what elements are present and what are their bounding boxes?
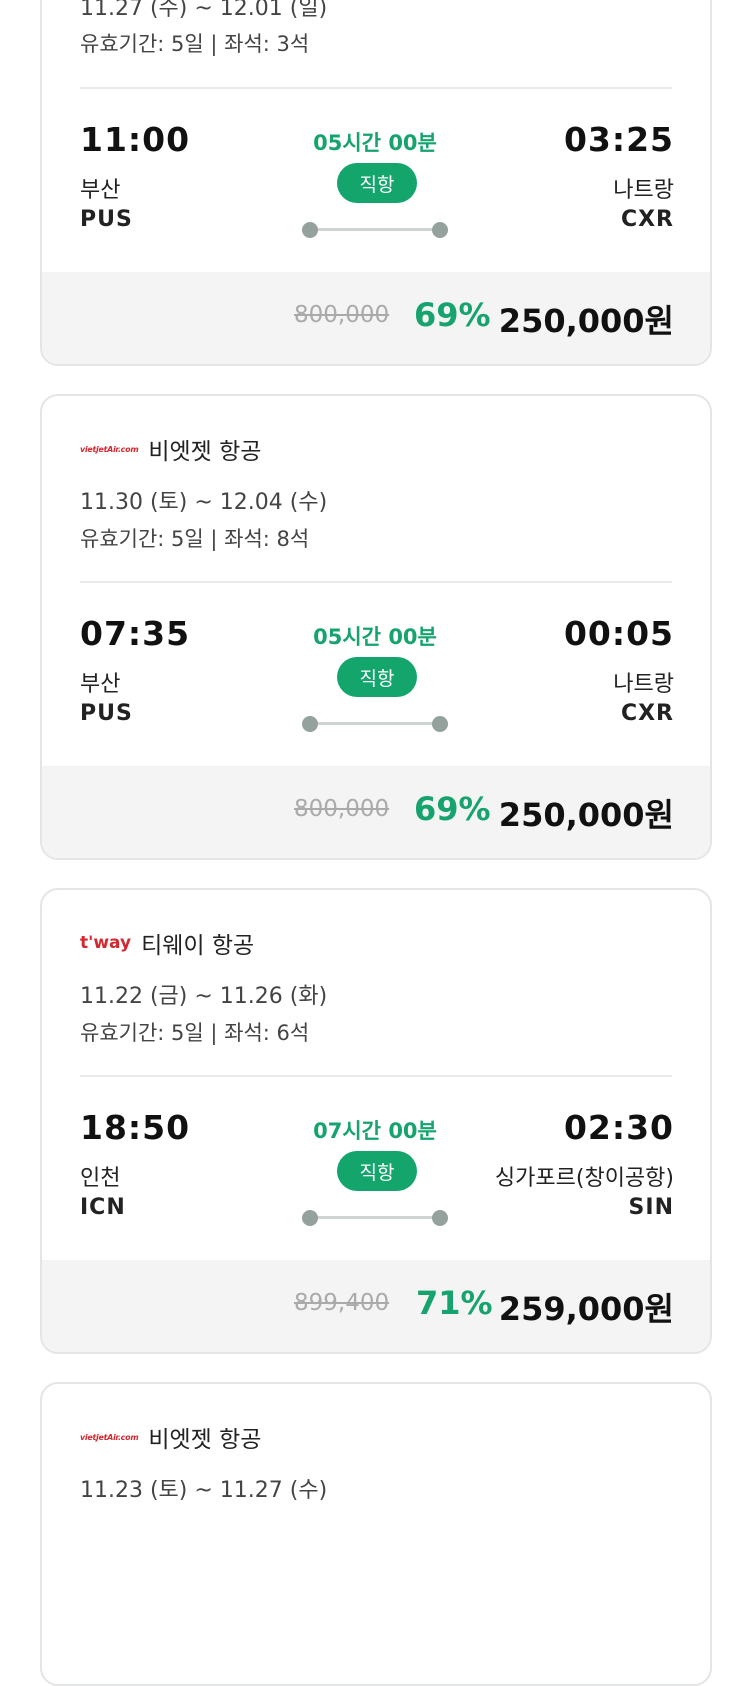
vietjet-logo: vietjetAir.com xyxy=(80,1432,139,1442)
departure-code: PUS xyxy=(80,701,133,726)
divider xyxy=(80,87,672,89)
airline-name: 비엣젯 항공 xyxy=(148,439,262,465)
flight-card[interactable]: vietjetAir.com 비엣젯 항공 11.30 (토) ~ 12.04 … xyxy=(40,394,712,860)
arrival-city: 나트랑 xyxy=(613,178,674,203)
discount-rate: 71% xyxy=(416,1284,493,1322)
flight-card[interactable]: 11.27 (수) ~ 12.01 (일) 유효기간: 5일 | 좌석: 3석 … xyxy=(40,0,712,366)
direct-flight-badge: 직항 xyxy=(337,163,417,203)
original-price: 899,400 xyxy=(294,1290,390,1316)
discount-rate: 69% xyxy=(414,790,491,828)
price-bar: 899,400 71% 259,000원 xyxy=(42,1260,710,1352)
airline-name: 티웨이 항공 xyxy=(141,933,255,959)
airline-row: t'way 티웨이 항공 xyxy=(80,928,255,959)
divider xyxy=(80,1075,672,1077)
arrival-city: 싱가포르(창이공항) xyxy=(494,1166,674,1191)
direct-flight-badge: 직항 xyxy=(337,657,417,697)
route-line xyxy=(310,228,442,231)
flight-duration: 05시간 00분 xyxy=(313,625,437,649)
departure-city: 인천 xyxy=(80,1166,121,1191)
destination-dot xyxy=(432,1210,448,1226)
sale-price: 250,000원 xyxy=(498,302,674,340)
origin-dot xyxy=(302,716,318,732)
arrival-time: 03:25 xyxy=(563,120,674,159)
destination-dot xyxy=(432,222,448,238)
arrival-time: 00:05 xyxy=(563,614,674,653)
price-bar: 800,000 69% 250,000원 xyxy=(42,272,710,364)
travel-dates: 11.30 (토) ~ 12.04 (수) xyxy=(80,490,328,515)
departure-city: 부산 xyxy=(80,672,121,697)
departure-code: ICN xyxy=(80,1195,126,1220)
flight-card[interactable]: t'way 티웨이 항공 11.22 (금) ~ 11.26 (화) 유효기간:… xyxy=(40,888,712,1354)
vietjet-logo: vietjetAir.com xyxy=(80,444,139,454)
arrival-code: SIN xyxy=(628,1195,674,1220)
flight-duration: 05시간 00분 xyxy=(313,131,437,155)
origin-dot xyxy=(302,1210,318,1226)
sale-price: 259,000원 xyxy=(498,1290,674,1328)
departure-city: 부산 xyxy=(80,178,121,203)
sale-price: 250,000원 xyxy=(498,796,674,834)
flight-duration: 07시간 00분 xyxy=(313,1119,437,1143)
price-bar: 800,000 69% 250,000원 xyxy=(42,766,710,858)
arrival-code: CXR xyxy=(620,701,674,726)
validity-seats: 유효기간: 5일 | 좌석: 6석 xyxy=(80,1021,310,1045)
departure-time: 11:00 xyxy=(80,120,191,159)
validity-seats: 유효기간: 5일 | 좌석: 3석 xyxy=(80,32,310,56)
destination-dot xyxy=(432,716,448,732)
travel-dates: 11.27 (수) ~ 12.01 (일) xyxy=(80,0,328,21)
travel-dates: 11.23 (토) ~ 11.27 (수) xyxy=(80,1478,328,1503)
airline-name: 비엣젯 항공 xyxy=(148,1427,262,1453)
arrival-city: 나트랑 xyxy=(613,672,674,697)
tway-logo: t'way xyxy=(80,933,132,953)
original-price: 800,000 xyxy=(294,302,390,328)
departure-time: 18:50 xyxy=(80,1108,191,1147)
divider xyxy=(80,581,672,583)
arrival-time: 02:30 xyxy=(563,1108,674,1147)
validity-seats: 유효기간: 5일 | 좌석: 8석 xyxy=(80,527,310,551)
origin-dot xyxy=(302,222,318,238)
route-line xyxy=(310,1216,442,1219)
route-line xyxy=(310,722,442,725)
original-price: 800,000 xyxy=(294,796,390,822)
departure-time: 07:35 xyxy=(80,614,191,653)
airline-row: vietjetAir.com 비엣젯 항공 xyxy=(80,434,262,465)
arrival-code: CXR xyxy=(620,207,674,232)
direct-flight-badge: 직항 xyxy=(337,1151,417,1191)
travel-dates: 11.22 (금) ~ 11.26 (화) xyxy=(80,984,328,1009)
discount-rate: 69% xyxy=(414,296,491,334)
airline-row: vietjetAir.com 비엣젯 항공 xyxy=(80,1422,262,1453)
departure-code: PUS xyxy=(80,207,133,232)
flight-card[interactable]: vietjetAir.com 비엣젯 항공 11.23 (토) ~ 11.27 … xyxy=(40,1382,712,1686)
